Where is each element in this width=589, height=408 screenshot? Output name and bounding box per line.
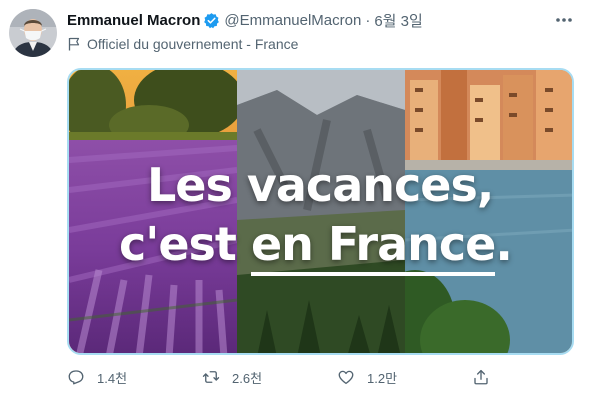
flag-icon [67,37,81,51]
like-button[interactable]: 1.2만 [337,364,397,390]
like-count: 1.2만 [367,370,398,386]
retweet-icon [202,371,220,383]
retweet-button[interactable]: 2.6천 [202,364,262,390]
tweet-actions: 1.4천 2.6천 1.2만 [67,364,497,390]
tweet: Emmanuel Macron @EmmanuelMacron · 6월 3일 … [0,0,589,408]
tweet-media-image[interactable]: Les vacances, c'est en France. [67,68,574,355]
verified-badge-icon [203,12,220,29]
tweet-header: Emmanuel Macron @EmmanuelMacron · 6월 3일 [67,9,549,31]
government-label-text: Officiel du gouvernement - France [87,36,299,52]
share-button[interactable] [472,364,490,390]
headline-line-2: c'est en France. [119,217,513,276]
avatar[interactable] [9,9,57,57]
user-handle[interactable]: @EmmanuelMacron [224,12,361,29]
separator-dot: · [365,11,371,29]
reply-count: 1.4천 [97,370,128,386]
share-icon [474,369,488,385]
retweet-count: 2.6천 [232,370,263,386]
reply-icon [68,370,84,385]
headline-line-2-prefix: c'est [119,217,251,271]
headline-underlined-text: en France [250,217,496,276]
headline-line-1: Les vacances, [147,158,494,212]
display-name[interactable]: Emmanuel Macron [67,12,200,29]
more-dots-icon [556,18,572,22]
reply-button[interactable]: 1.4천 [67,364,127,390]
media-headline: Les vacances, c'est en France. [69,70,572,353]
headline-line-2-suffix: . [495,217,513,271]
government-label[interactable]: Officiel du gouvernement - France [67,34,298,54]
tweet-date[interactable]: 6월 3일 [374,10,422,31]
heart-icon [338,370,354,385]
more-options-button[interactable] [553,10,575,30]
